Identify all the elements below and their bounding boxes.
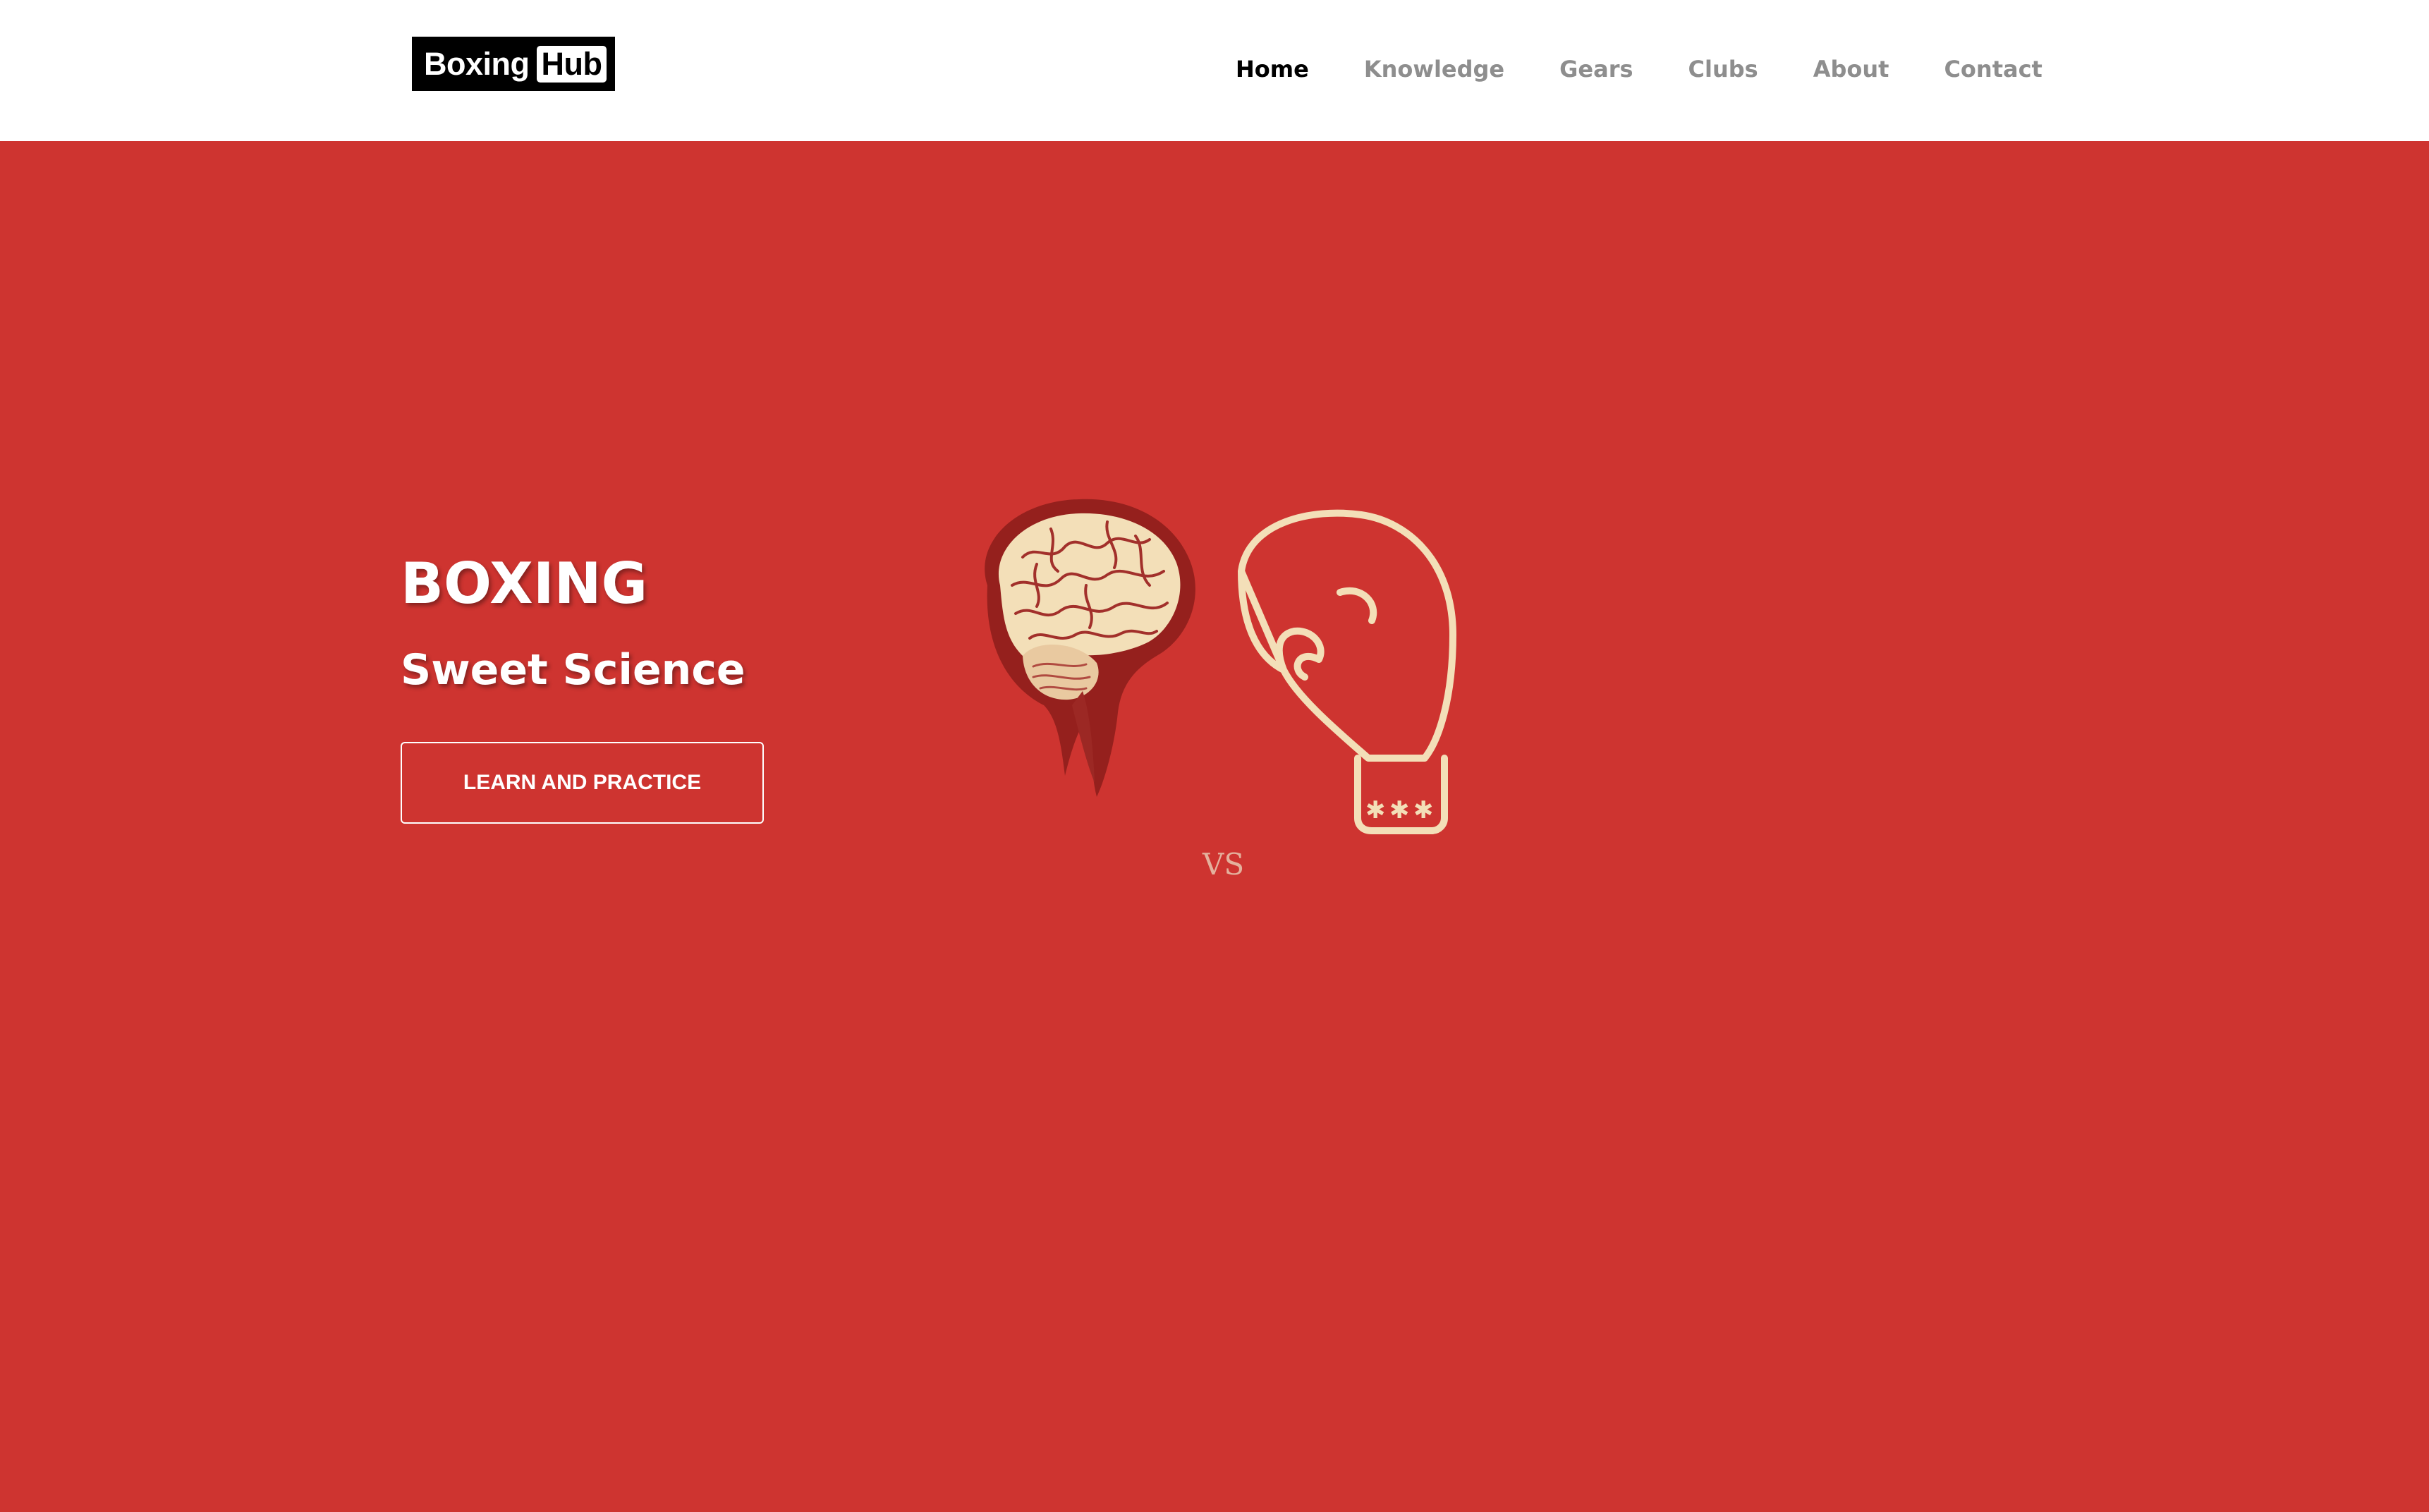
boxing-glove-icon: ✱ ✱ ✱: [1238, 509, 1456, 834]
nav-item-knowledge[interactable]: Knowledge: [1364, 51, 1504, 87]
brand-logo-word: Boxing: [424, 45, 530, 82]
nav-item-contact[interactable]: Contact: [1944, 51, 2042, 87]
hero-subtitle: Sweet Science: [401, 645, 745, 695]
nav-item-home[interactable]: Home: [1236, 51, 1309, 87]
navbar: Boxing Hub Home Knowledge Gears Clubs Ab…: [0, 0, 2429, 141]
main-nav: Home Knowledge Gears Clubs About Contact: [1236, 51, 2043, 87]
versus-text: VS: [1202, 847, 1244, 882]
brain-vs-glove-illustration: VS ✱ ✱ ✱: [985, 499, 1456, 882]
nav-item-about[interactable]: About: [1813, 51, 1889, 87]
hero-title: BOXING: [401, 551, 648, 616]
brain-icon: [985, 499, 1195, 797]
nav-item-gears[interactable]: Gears: [1559, 51, 1633, 87]
learn-and-practice-button[interactable]: LEARN AND PRACTICE: [401, 742, 764, 824]
nav-item-clubs[interactable]: Clubs: [1688, 51, 1758, 87]
svg-text:✱: ✱: [1413, 796, 1434, 824]
brand-logo-box: Hub: [536, 45, 607, 83]
brand-logo[interactable]: Boxing Hub: [412, 37, 615, 91]
svg-text:✱: ✱: [1365, 796, 1386, 824]
svg-text:✱: ✱: [1389, 796, 1410, 824]
